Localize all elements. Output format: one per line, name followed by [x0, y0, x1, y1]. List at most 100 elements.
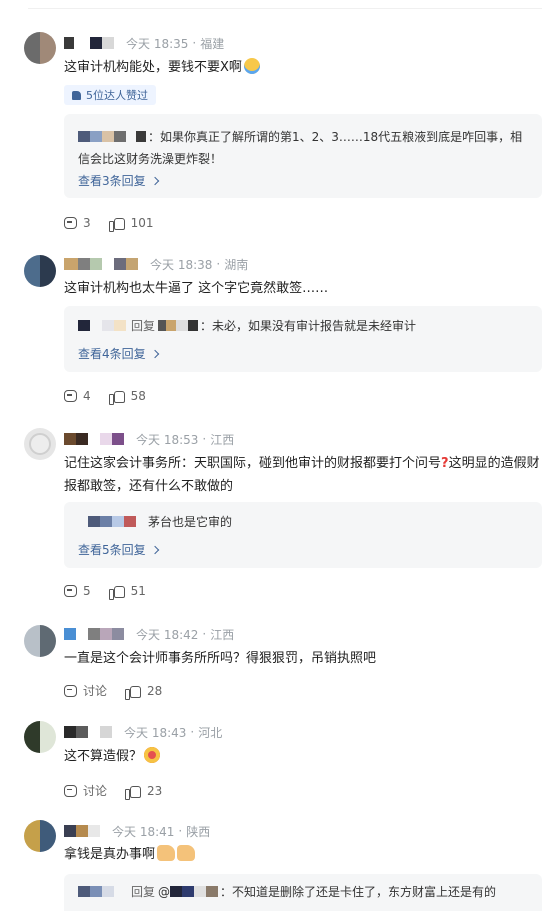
comment-text-content: 这不算造假？ [64, 749, 143, 764]
reply-target-masked[interactable] [170, 886, 219, 898]
comment-actions: 4 58 [64, 389, 164, 405]
reply-text: 茅台也是它审的 [148, 515, 233, 529]
like-count: 28 [147, 683, 163, 698]
reply-target-masked[interactable] [158, 320, 199, 332]
thumbs-up-icon [125, 784, 142, 800]
reply-line: 回复 @ ：不知道是删除了还是卡住了，东方财富上还是有的 [78, 881, 530, 903]
comment-button[interactable]: 讨论 [64, 682, 107, 699]
comment-location: 河北 [198, 725, 223, 740]
comment-meta: 今天 18:38 · 湖南 [64, 255, 248, 273]
reply-preview[interactable]: 回复 ：未必，如果没有审计报告就是未经审计 查看4条回复 [64, 306, 542, 372]
expert-likes-badge[interactable]: 5位达人赞过 [64, 85, 156, 105]
comment-location: 湖南 [224, 257, 249, 272]
username-masked[interactable] [64, 36, 114, 50]
comment-icon [64, 217, 77, 229]
reply-preview[interactable]: ：如果你真正了解所谓的第1、2、3……18代五粮液到底是咋回事，相信会比这财务洗… [64, 114, 542, 198]
view-replies-label: 查看4条回复 [78, 347, 146, 361]
comment-meta: 今天 18:41 · 陕西 [64, 822, 210, 840]
comment-text: 这不算造假？ [64, 745, 544, 768]
reply-line: 茅台也是它审的 [88, 511, 530, 533]
like-count: 51 [130, 584, 146, 598]
avatar[interactable] [24, 32, 56, 64]
username-masked[interactable] [64, 725, 112, 739]
comment-time: 今天 18:53 [136, 432, 199, 447]
chevron-right-icon [150, 176, 159, 186]
comment-location: 福建 [200, 36, 225, 51]
comment-text: 拿钱是真办事啊 [64, 843, 544, 866]
meta-separator: · [216, 257, 221, 271]
reply-line: 回复 ：未必，如果没有审计报告就是未经审计 [78, 315, 530, 337]
comment-icon [64, 684, 77, 697]
avatar[interactable] [24, 820, 56, 852]
thumbs-up-icon [108, 584, 125, 600]
reply-preview[interactable]: 回复 @ ：不知道是删除了还是卡住了，东方财富上还是有的 [64, 874, 542, 911]
comment-count: 4 [83, 389, 91, 403]
reply-text: ：未必，如果没有审计报告就是未经审计 [200, 319, 417, 333]
like-button[interactable]: 28 [125, 683, 163, 700]
comment-icon [64, 585, 77, 597]
meta-separator: · [202, 432, 207, 446]
comment-button[interactable]: 3 [64, 216, 91, 230]
comment-count: 5 [83, 584, 91, 598]
like-button[interactable]: 51 [108, 584, 146, 600]
question-mark-emoji-icon: ? [441, 456, 449, 471]
comment-actions: 讨论 28 [64, 682, 180, 700]
reply-keyword: 回复 [131, 319, 156, 333]
comment-location: 陕西 [186, 824, 211, 839]
reply-username-masked[interactable] [88, 516, 146, 528]
badge-label: 5位达人赞过 [86, 89, 148, 102]
comment-button[interactable]: 讨论 [64, 782, 107, 799]
comment-icon [64, 390, 77, 402]
comment-location: 江西 [210, 432, 235, 447]
comment-meta: 今天 18:42 · 江西 [64, 625, 234, 643]
username-masked[interactable] [64, 627, 124, 641]
avatar[interactable] [24, 428, 56, 460]
view-replies-link[interactable]: 查看4条回复 [78, 345, 159, 362]
reply-username-masked[interactable] [78, 886, 126, 898]
reply-username-masked[interactable] [78, 320, 126, 332]
comment-text-part: 记住这家会计事务所：天职国际，碰到他审计的财报都要打个问号 [64, 456, 442, 471]
comment-button[interactable]: 5 [64, 584, 91, 598]
view-replies-link[interactable]: 查看3条回复 [78, 172, 159, 189]
comment-text: 记住这家会计事务所：天职国际，碰到他审计的财报都要打个问号?这明显的造假财报都敢… [64, 452, 544, 498]
avatar[interactable] [24, 721, 56, 753]
thumbs-up-icon [72, 90, 81, 100]
comment-button[interactable]: 4 [64, 389, 91, 403]
comment-text-content: 这审计机构能处，要钱不要X啊 [64, 60, 242, 75]
meta-separator: · [190, 725, 195, 739]
reply-text: ：不知道是删除了还是卡住了，东方财富上还是有的 [220, 885, 497, 899]
thumbs-up-icon [108, 389, 125, 405]
comment-time: 今天 18:38 [150, 257, 213, 272]
comment-actions: 5 51 [64, 584, 164, 600]
like-count: 23 [147, 783, 163, 798]
comment-count: 3 [83, 216, 91, 230]
shocked-emoji-icon [144, 747, 161, 763]
reply-at: @ [158, 885, 171, 899]
thumbs-up-icon [108, 216, 125, 232]
comment-text-content: 拿钱是真办事啊 [64, 847, 156, 862]
view-replies-link[interactable]: 查看5条回复 [78, 541, 159, 558]
comment-text: 一直是这个会计师事务所所吗？得狠狠罚，吊销执照吧 [64, 651, 377, 666]
chevron-right-icon [150, 349, 159, 359]
comment-time: 今天 18:41 [112, 824, 175, 839]
comment-icon [64, 784, 77, 797]
meta-separator: · [178, 824, 183, 838]
comment-actions: 3 101 [64, 216, 172, 232]
reply-preview[interactable]: 茅台也是它审的 查看5条回复 [64, 502, 542, 568]
like-button[interactable]: 23 [125, 783, 163, 800]
comment-time: 今天 18:35 [126, 36, 189, 51]
comment-location: 江西 [210, 627, 235, 642]
username-masked[interactable] [64, 257, 138, 271]
comment-meta: 今天 18:43 · 河北 [64, 723, 222, 741]
avatar[interactable] [24, 625, 56, 657]
thumbs-up-emoji-icon [157, 845, 176, 861]
avatar[interactable] [24, 255, 56, 287]
username-masked[interactable] [64, 824, 100, 838]
top-divider [28, 8, 542, 9]
like-button[interactable]: 58 [108, 389, 146, 405]
like-button[interactable]: 101 [108, 216, 154, 232]
chevron-right-icon [150, 545, 159, 555]
username-masked[interactable] [64, 432, 124, 446]
reply-username-masked[interactable] [78, 131, 146, 143]
comment-text: 这审计机构能处，要钱不要X啊 [64, 56, 544, 79]
